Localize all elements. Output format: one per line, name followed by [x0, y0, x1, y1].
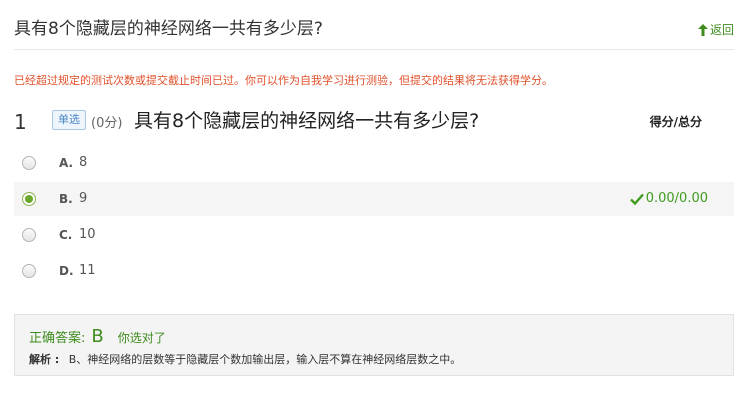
radio-d[interactable] [22, 264, 36, 278]
option-key: A. [59, 156, 74, 170]
option-value: 11 [79, 263, 96, 278]
option-key: D. [59, 264, 74, 278]
checkmark-icon [629, 193, 644, 205]
option-a[interactable]: A. 8 [14, 146, 734, 180]
answer-result: 你选对了 [117, 331, 166, 345]
answer-panel: 正确答案: B 你选对了 解析 : B、神经网络的层数等于隐藏层个数加输出层，输… [14, 314, 734, 376]
question-number: 1 [14, 110, 27, 134]
page-header: 具有8个隐藏层的神经网络一共有多少层? 返回 [14, 10, 734, 50]
correct-answer-label: 正确答案: [29, 331, 86, 346]
question-type-badge: 单选 [52, 110, 86, 130]
question-header: 1 单选 (0分) 具有8个隐藏层的神经网络一共有多少层? 得分/总分 [14, 104, 734, 138]
option-key: B. [59, 192, 73, 206]
explanation-text: B、神经网络的层数等于隐藏层个数加输出层，输入层不算在神经网络层数之中。 [68, 353, 462, 366]
radio-c[interactable] [22, 228, 36, 242]
option-key: C. [59, 228, 73, 242]
explanation-line: 解析 : B、神经网络的层数等于隐藏层个数加输出层，输入层不算在神经网络层数之中… [29, 351, 461, 367]
back-button[interactable]: 返回 [697, 21, 734, 38]
option-b[interactable]: B. 9 0.00/0.00 [14, 182, 734, 216]
correct-answer-value: B [91, 326, 104, 347]
option-d[interactable]: D. 11 [14, 254, 734, 288]
option-c[interactable]: C. 10 [14, 218, 734, 252]
option-value: 8 [79, 155, 88, 170]
option-value: 10 [79, 227, 96, 242]
explanation-label: 解析 : [29, 353, 60, 366]
radio-a[interactable] [22, 156, 36, 170]
score-column-header: 得分/总分 [649, 115, 702, 129]
deadline-notice: 已经超过规定的测试次数或提交截止时间已过。你可以作为自我学习进行测验，但提交的结… [14, 74, 553, 87]
arrow-up-icon [697, 23, 708, 36]
question-text: 具有8个隐藏层的神经网络一共有多少层? [134, 110, 480, 132]
option-score-value: 0.00/0.00 [645, 191, 708, 206]
correct-answer-line: 正确答案: B 你选对了 [29, 326, 166, 347]
radio-b[interactable] [22, 192, 36, 206]
option-value: 9 [79, 191, 88, 206]
back-label: 返回 [709, 23, 734, 37]
option-score: 0.00/0.00 [629, 191, 708, 206]
question-score: (0分) [91, 116, 123, 131]
page-title: 具有8个隐藏层的神经网络一共有多少层? [14, 19, 323, 39]
